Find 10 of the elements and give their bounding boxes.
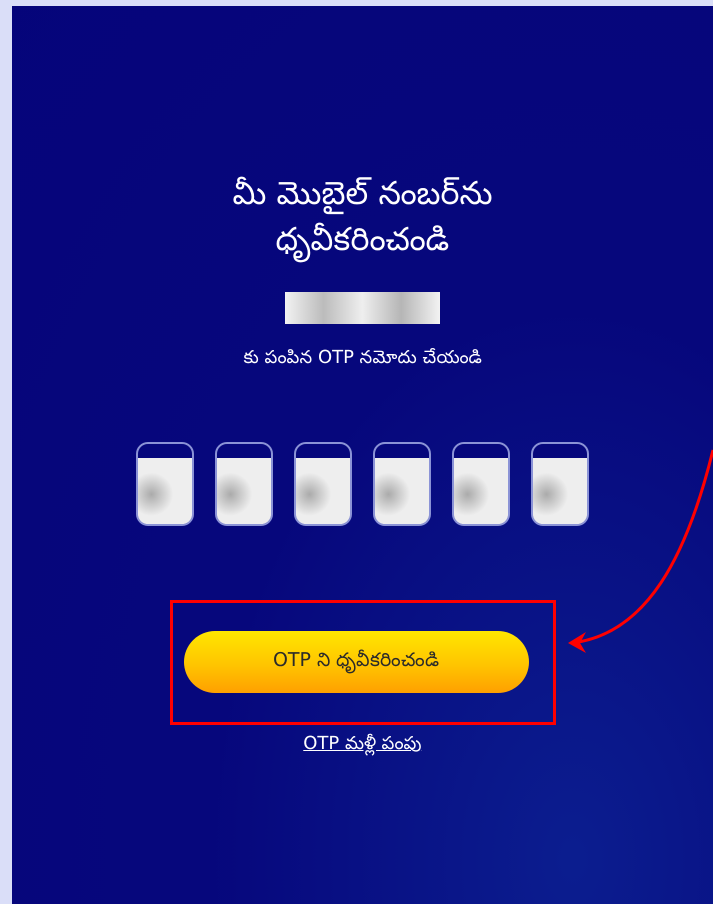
- otp-input-field[interactable]: [136, 442, 194, 526]
- otp-input-field[interactable]: [294, 442, 352, 526]
- instruction-text: కు పంపిన OTP నమోదు చేయండి: [244, 346, 482, 370]
- otp-input-field[interactable]: [373, 442, 431, 526]
- verify-otp-button[interactable]: OTP ని ధృవీకరించండి: [184, 631, 528, 693]
- otp-input-field[interactable]: [215, 442, 273, 526]
- otp-input-field[interactable]: [531, 442, 589, 526]
- page-title: మీ మొబైల్ నంబర్‌ను ధృవీకరించండి: [172, 170, 552, 262]
- resend-otp-link[interactable]: OTP మళ్లీ పంపు: [303, 733, 422, 758]
- otp-input-field[interactable]: [452, 442, 510, 526]
